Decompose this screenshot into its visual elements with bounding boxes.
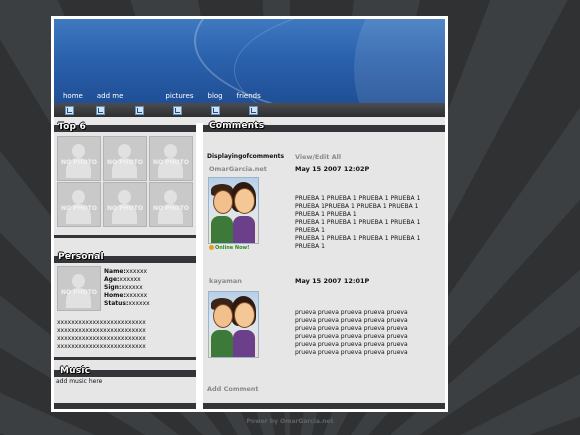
nav-add-me[interactable]: add me [97, 92, 124, 100]
music-text: add music here [56, 378, 103, 385]
arrow-icon[interactable] [135, 106, 144, 115]
nav-pictures[interactable]: pictures [165, 92, 193, 100]
banner-swoosh [354, 19, 445, 103]
no-photo-label: NO PHOTO [61, 289, 97, 296]
left-footer-bar [54, 403, 196, 409]
section-divider [54, 357, 196, 360]
nav-menu: home add me pictures blog friends [63, 92, 275, 100]
arrow-icon[interactable] [173, 106, 182, 115]
personal-title: Personal [58, 252, 104, 262]
friend-photo[interactable]: NO PHOTO [103, 136, 147, 181]
nav-blank[interactable] [137, 92, 151, 100]
friend-photo[interactable]: NO PHOTO [57, 182, 101, 227]
right-footer-bar [203, 403, 445, 409]
header-banner: home add me pictures blog friends [54, 19, 445, 103]
no-photo-label: NO PHOTO [153, 205, 189, 212]
view-edit-all-link[interactable]: View/Edit All [295, 153, 341, 161]
bio-text: xxxxxxxxxxxxxxxxxxxxxxxxx xxxxxxxxxxxxxx… [57, 319, 146, 350]
comment-author[interactable]: kayaman [209, 277, 242, 285]
arrow-icon[interactable] [65, 106, 74, 115]
friend-photo[interactable]: NO PHOTO [57, 136, 101, 181]
commenter-avatar[interactable] [208, 291, 259, 358]
friend-photo[interactable]: NO PHOTO [103, 182, 147, 227]
comment-author[interactable]: OmarGarcia.net [209, 165, 267, 173]
profile-photo: NO PHOTO [57, 266, 101, 311]
section-divider [54, 235, 196, 238]
comment-body: prueva prueva prueva prueva prueva pruev… [295, 309, 408, 356]
comments-title: Comments [209, 121, 265, 131]
footer-credit[interactable]: Power by OmarGarcia.net [0, 418, 580, 425]
no-photo-label: NO PHOTO [153, 159, 189, 166]
no-photo-label: NO PHOTO [107, 205, 143, 212]
personal-fields: Name:xxxxxx Age:xxxxxx Sign:xxxxxx Home:… [104, 268, 150, 308]
field-home: Home:xxxxxx [104, 292, 148, 299]
friend-photo[interactable]: NO PHOTO [149, 182, 193, 227]
nav-home[interactable]: home [63, 92, 83, 100]
comment-body: PRUEBA 1 PRUEBA 1 PRUEBA 1 PRUEBA 1 PRUE… [295, 195, 421, 250]
no-photo-label: NO PHOTO [107, 159, 143, 166]
comment-date: May 15 2007 12:02P [295, 165, 370, 173]
arrow-icon[interactable] [249, 106, 258, 115]
comment-date: May 15 2007 12:01P [295, 277, 370, 285]
add-comment-link[interactable]: Add Comment [207, 385, 259, 393]
field-name: Name:xxxxxx [104, 268, 148, 275]
arrow-icon[interactable] [211, 106, 220, 115]
commenter-avatar[interactable] [208, 177, 259, 244]
online-now-badge: Online Now! [209, 245, 249, 251]
displaying-label: Displayingofcomments [207, 153, 285, 160]
arrow-icon[interactable] [96, 106, 105, 115]
comments-column: Comments Displayingofcomments View/Edit … [203, 121, 445, 409]
field-status: Status:xxxxxx [104, 300, 150, 307]
no-photo-label: NO PHOTO [61, 159, 97, 166]
field-age: Age:xxxxxx [104, 276, 141, 283]
no-photo-label: NO PHOTO [61, 205, 97, 212]
music-title: Music [60, 366, 91, 376]
online-icon [209, 245, 214, 250]
friend-photo[interactable]: NO PHOTO [149, 136, 193, 181]
top6-title: Top 6 [58, 122, 86, 132]
nav-blog[interactable]: blog [208, 92, 223, 100]
left-column: Top 6 NO PHOTO NO PHOTO NO PHOTO NO PHOT… [54, 122, 196, 409]
nav-icon-bar [54, 103, 445, 117]
field-sign: Sign:xxxxxx [104, 284, 143, 291]
nav-friends[interactable]: friends [237, 92, 261, 100]
profile-frame: home add me pictures blog friends Top 6 … [51, 16, 448, 412]
